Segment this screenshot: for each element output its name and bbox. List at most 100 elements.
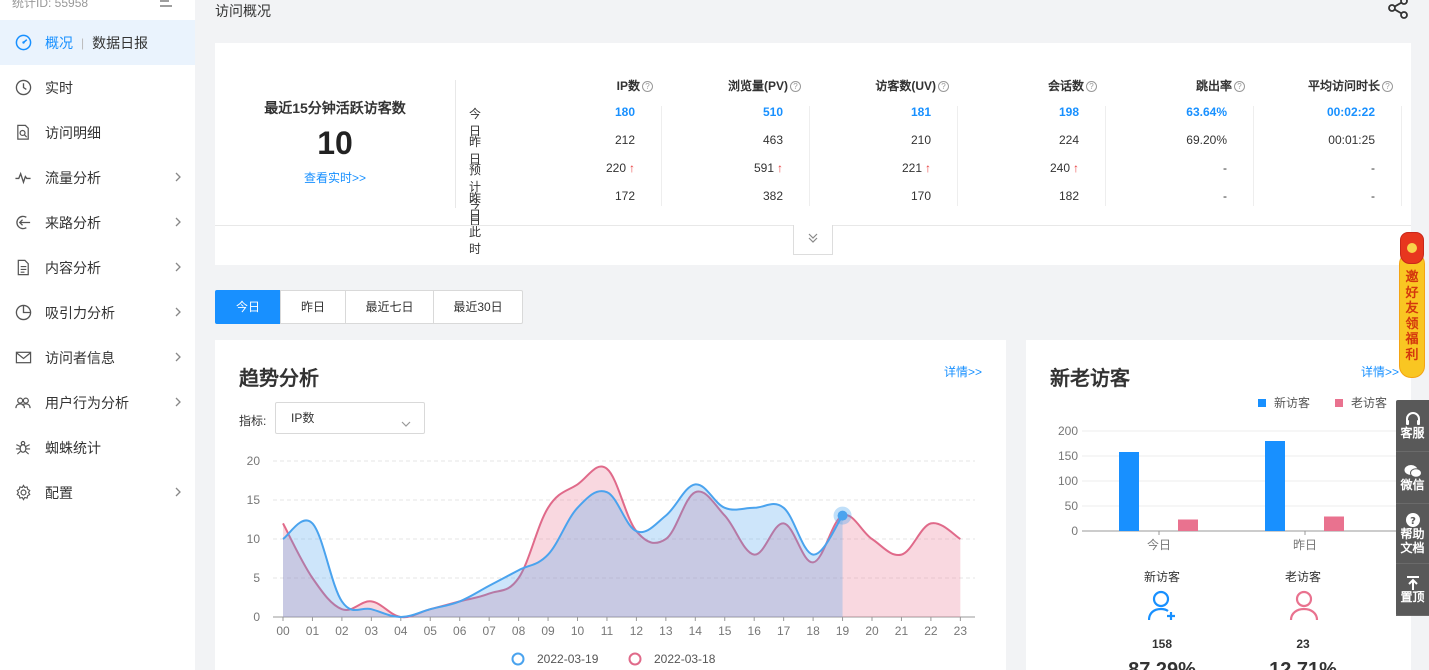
x-tick-label: 04	[394, 624, 408, 638]
legend-marker	[1335, 399, 1343, 407]
y-tick-label: 15	[247, 493, 261, 507]
stat-cell: 212	[475, 133, 635, 147]
sidebar-nav: 概况 | 数据日报 实时访问明细流量分析来路分析 内容分析 吸引力分析访问者信息用户行为分…	[0, 20, 195, 515]
arrow-up-icon	[1406, 575, 1419, 590]
chevron-right-icon	[173, 170, 183, 186]
old-visitors-count: 23	[1296, 637, 1310, 651]
old-visitors-summary: 老访客 23 12.71%	[1253, 568, 1353, 670]
sidebar-item-sub-link[interactable]: 数据日报	[92, 33, 148, 53]
invite-char: 利	[1405, 346, 1419, 362]
chevron-right-icon	[173, 350, 183, 366]
legend-label: 新访客	[1274, 395, 1310, 410]
clock-icon	[14, 79, 32, 97]
x-tick-label: 00	[276, 624, 290, 638]
expand-button[interactable]	[793, 225, 833, 255]
x-tick-label: 10	[571, 624, 585, 638]
x-tick-label: 21	[895, 624, 909, 638]
stat-cell: 69.20%	[1067, 133, 1227, 147]
headset-icon	[1405, 411, 1420, 425]
sidebar-item-3[interactable]: 流量分析	[0, 155, 195, 200]
stat-cell: 198	[919, 105, 1079, 119]
tool-label: 微信	[1400, 477, 1425, 492]
sidebar-item-5[interactable]: 内容分析	[0, 245, 195, 290]
sidebar-item-8[interactable]: 用户行为分析	[0, 380, 195, 425]
y-tick-label: 0	[1071, 524, 1078, 538]
sidebar-item-6[interactable]: 吸引力分析	[0, 290, 195, 335]
sidebar-item-9[interactable]: 蜘蛛统计	[0, 425, 195, 470]
column-header: 会话数?	[937, 77, 1097, 94]
side-toolbar: 客服 微信 ? 帮助文档 置顶	[1396, 400, 1429, 616]
new-visitors-summary: 新访客 158 87.29%	[1112, 568, 1212, 670]
stat-cell: 382	[623, 189, 783, 203]
invite-friends-banner[interactable]: 邀好友领福利	[1397, 232, 1429, 380]
invite-char: 好	[1405, 284, 1419, 300]
legend-label: 2022-03-19	[537, 652, 599, 666]
x-tick-label: 15	[718, 624, 732, 638]
stat-cell: -	[1067, 189, 1227, 203]
share-icon[interactable]	[1386, 0, 1410, 23]
tab-1[interactable]: 昨日	[280, 290, 346, 324]
users-icon	[14, 394, 32, 412]
legend-label: 2022-03-18	[654, 652, 716, 666]
sidebar-item-label: 流量分析	[45, 169, 101, 186]
sidebar-item-label: 访问明细	[45, 124, 101, 141]
column-divider	[1105, 106, 1106, 206]
invite-char: 领	[1405, 315, 1419, 331]
stat-cell: 170	[771, 189, 931, 203]
summary-card: 最近15分钟活跃访客数 10 查看实时>> IP数? 浏览量(PV)? 访客数(UV…	[215, 43, 1411, 265]
sidebar-item-2[interactable]: 访问明细	[0, 110, 195, 155]
invite-char: 福	[1405, 331, 1419, 346]
stat-value: -	[1371, 189, 1375, 203]
sidebar-item-4[interactable]: 来路分析	[0, 200, 195, 245]
customer-service-button[interactable]: 客服	[1396, 400, 1429, 452]
x-tick-label: 19	[836, 624, 850, 638]
x-tick-label: 08	[512, 624, 526, 638]
sidebar-item-10[interactable]: 配置	[0, 470, 195, 515]
back-to-top-button[interactable]: 置顶	[1396, 564, 1429, 616]
column-header: 浏览量(PV)?	[641, 77, 801, 94]
stat-cell: -	[1067, 161, 1227, 175]
collapse-menu-icon[interactable]	[160, 0, 174, 10]
file-icon	[14, 259, 32, 277]
user-add-icon	[1147, 590, 1178, 625]
old-visitors-label: 老访客	[1284, 570, 1321, 584]
tool-label: 帮助文档	[1400, 526, 1425, 555]
money-bag-icon	[1400, 232, 1424, 264]
stat-cell: 210	[771, 133, 931, 147]
legend-marker	[511, 652, 525, 666]
help-docs-button[interactable]: ? 帮助文档	[1396, 504, 1429, 564]
dashboard-icon	[14, 34, 32, 52]
column-divider	[1253, 106, 1254, 206]
wechat-button[interactable]: 微信	[1396, 452, 1429, 504]
stat-cell: 224	[919, 133, 1079, 147]
spider-icon	[14, 439, 32, 457]
invite-text: 邀好友领福利	[1399, 252, 1425, 378]
stat-cell: 00:02:22	[1215, 105, 1375, 119]
stat-value: 00:02:22	[1326, 105, 1375, 119]
document-search-icon	[14, 124, 32, 142]
x-tick-label: 13	[659, 624, 673, 638]
help-icon[interactable]: ?	[1382, 81, 1393, 92]
stat-cell: 180	[475, 105, 635, 119]
sidebar-item-1[interactable]: 实时	[0, 65, 195, 110]
view-realtime-link[interactable]: 查看实时>>	[215, 169, 455, 186]
x-tick-label: 今日	[1147, 537, 1171, 552]
y-tick-label: 10	[247, 532, 261, 546]
trend-chart: 0510152000 01 02 03 04 05 06 07 08 09 10 11 12 13 14 15…	[247, 454, 975, 666]
x-tick-label: 18	[806, 624, 820, 638]
x-tick-label: 05	[424, 624, 438, 638]
tab-3[interactable]: 最近30日	[433, 290, 523, 324]
sidebar-item-7[interactable]: 访问者信息	[0, 335, 195, 380]
bar-1-1	[1324, 516, 1344, 531]
x-tick-label: 07	[482, 624, 496, 638]
tab-0[interactable]: 今日	[215, 290, 281, 324]
active-visitors-count: 10	[317, 125, 353, 161]
pie-icon	[14, 304, 32, 322]
visitors-bar-chart: 0 50 100 150 200 今日 昨日 新访客 老访客	[1058, 395, 1396, 552]
column-divider	[661, 106, 662, 206]
double-chevron-down-icon	[807, 232, 819, 247]
tab-2[interactable]: 最近七日	[345, 290, 434, 324]
x-tick-label: 昨日	[1293, 538, 1317, 552]
sidebar-item-label: 访问者信息	[45, 349, 115, 366]
sidebar-item-0[interactable]: 概况 | 数据日报	[0, 20, 195, 65]
